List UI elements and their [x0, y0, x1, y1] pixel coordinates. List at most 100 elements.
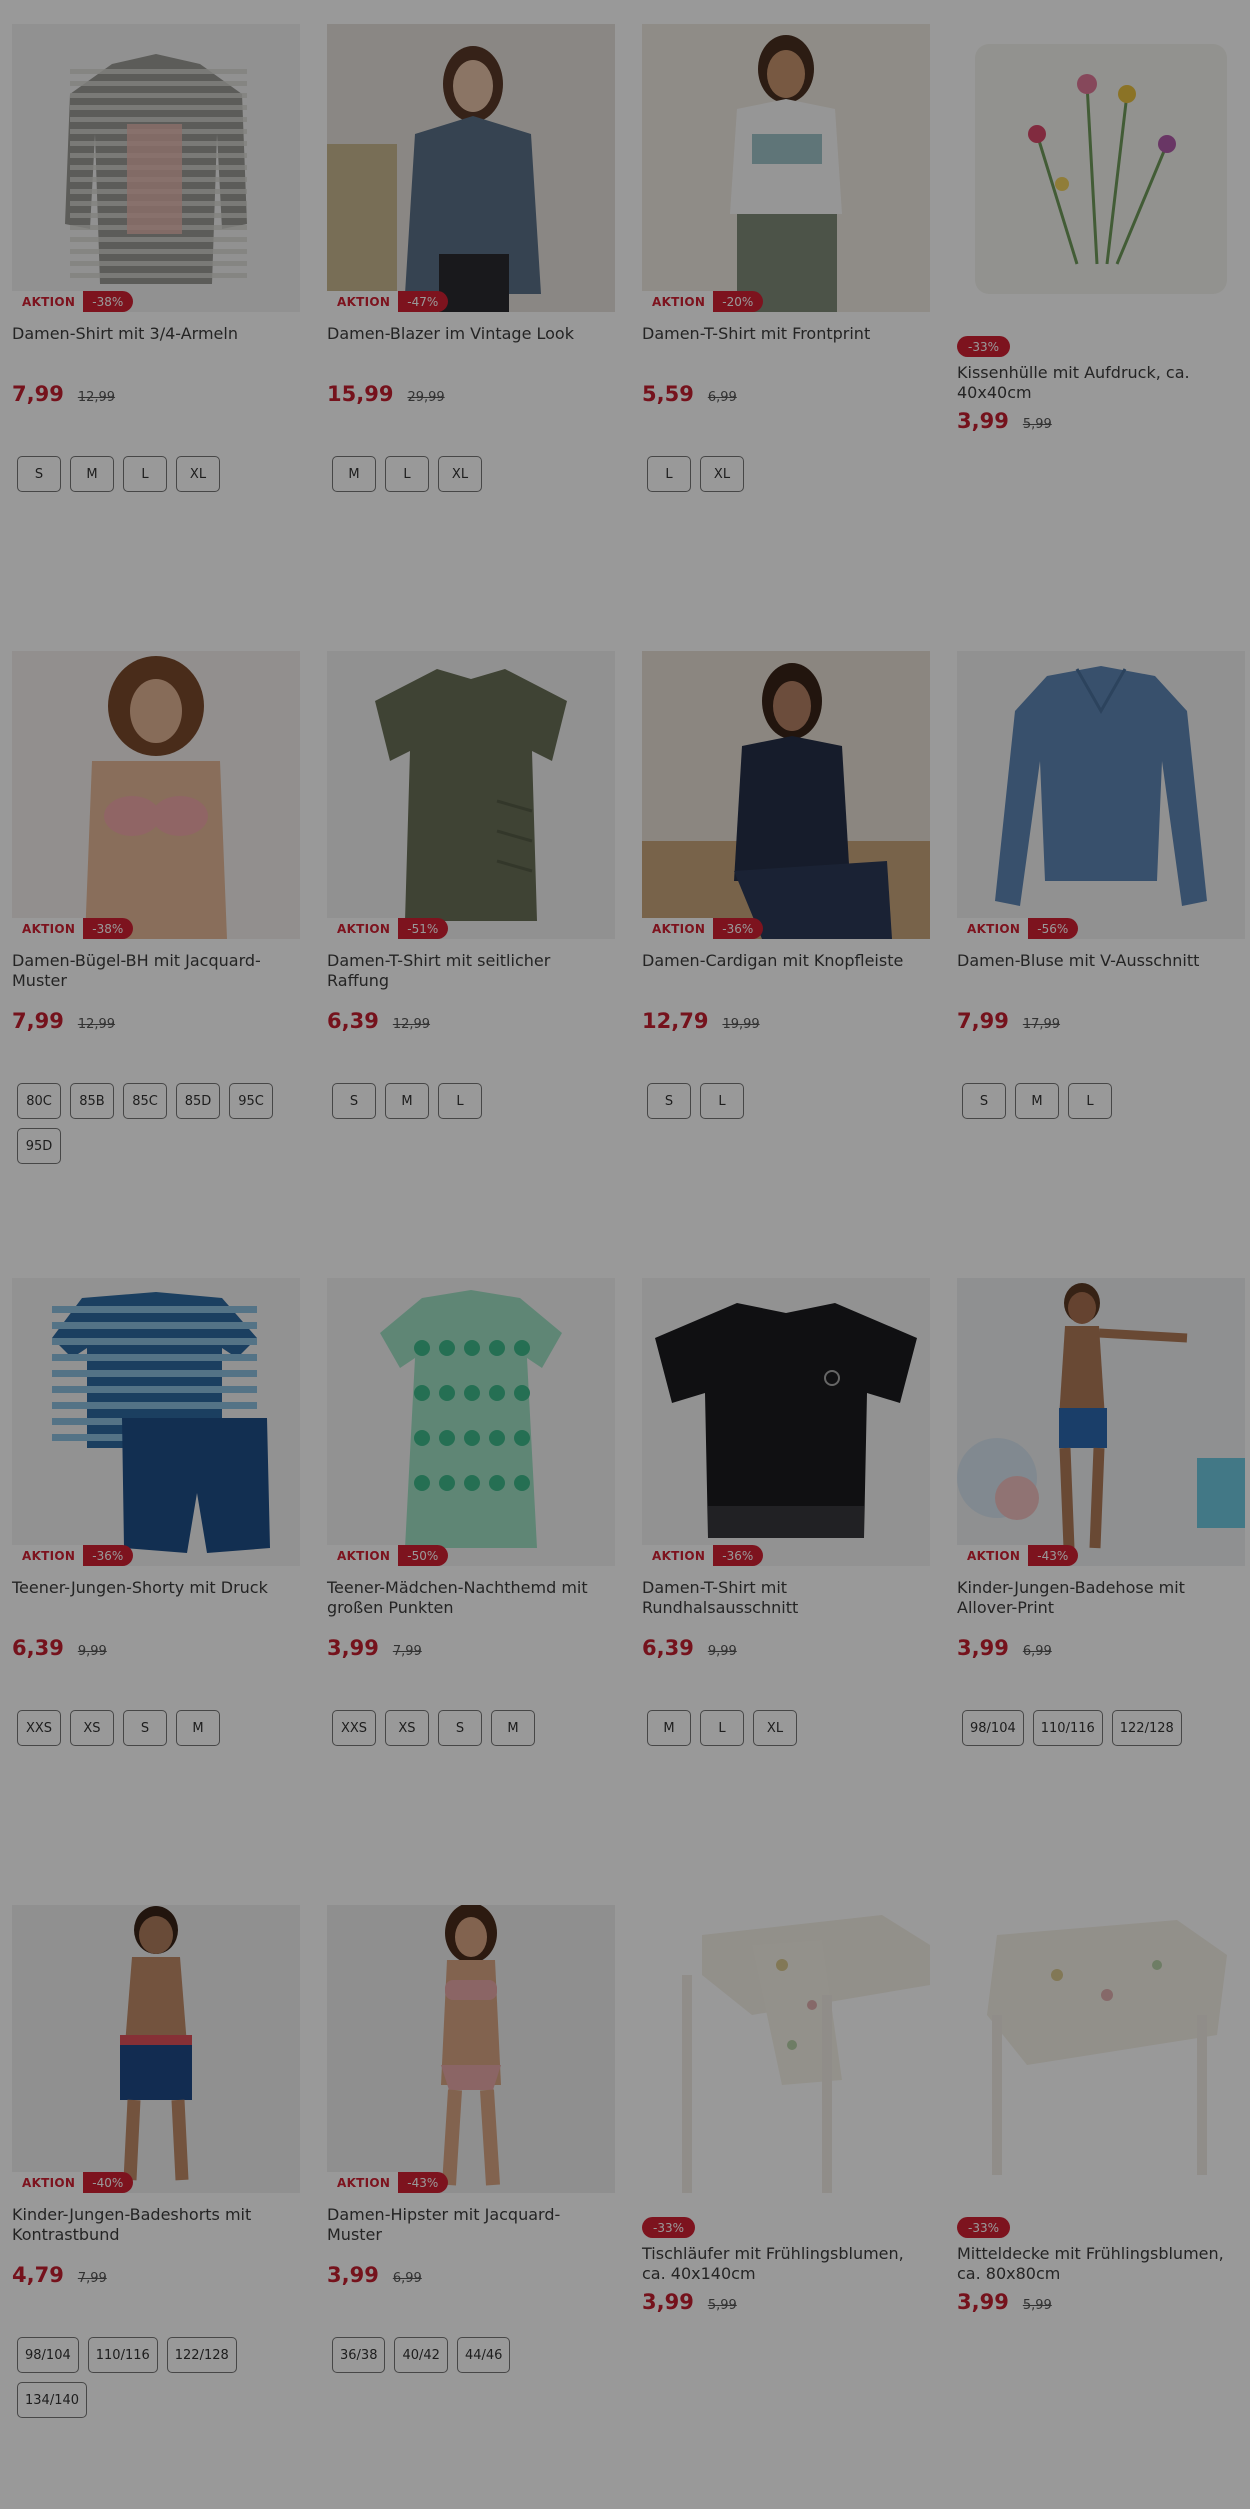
size-option[interactable]: XXS — [332, 1710, 376, 1746]
size-option[interactable]: XL — [176, 456, 220, 492]
size-option[interactable]: M — [491, 1710, 535, 1746]
size-option[interactable]: 98/104 — [962, 1710, 1024, 1746]
size-option[interactable]: 122/128 — [1111, 1710, 1182, 1746]
old-price: 19,99 — [722, 1017, 760, 1032]
product-image[interactable]: AKTION -38% — [12, 24, 300, 312]
size-option[interactable]: L — [700, 1083, 744, 1119]
product-card[interactable]: AKTION -38% Damen-Shirt mit 3/4-Armeln 7,99… — [12, 24, 300, 492]
size-option[interactable]: L — [385, 456, 429, 492]
product-title[interactable]: Damen-Hipster mit Jacquard-Muster — [327, 2205, 615, 2245]
size-option[interactable]: L — [647, 456, 691, 492]
size-option[interactable]: M — [1015, 1083, 1059, 1119]
product-card[interactable]: AKTION -43% Kinder-Jungen-Badehose mit All… — [957, 1278, 1245, 1746]
size-option[interactable]: XXS — [17, 1710, 61, 1746]
size-option[interactable]: 95C — [229, 1083, 273, 1119]
size-option[interactable]: L — [438, 1083, 482, 1119]
size-option[interactable]: 122/128 — [166, 2337, 237, 2373]
size-option[interactable]: M — [176, 1710, 220, 1746]
size-option[interactable]: S — [332, 1083, 376, 1119]
current-price: 7,99 — [957, 1009, 1009, 1033]
product-title[interactable]: Kinder-Jungen-Badehose mit Allover-Print — [957, 1578, 1245, 1618]
product-title[interactable]: Tischläufer mit Frühlingsblumen, ca. 40x… — [642, 2244, 930, 2284]
product-title[interactable]: Damen-Bügel-BH mit Jacquard-Muster — [12, 951, 300, 991]
size-option[interactable]: M — [385, 1083, 429, 1119]
product-image[interactable]: AKTION -43% — [957, 1278, 1245, 1566]
size-option[interactable]: 110/116 — [1032, 1710, 1103, 1746]
size-option[interactable]: 36/38 — [332, 2337, 386, 2373]
product-card[interactable]: AKTION -50% Teener-Mädchen-Nachthemd mit g… — [327, 1278, 615, 1746]
size-option[interactable]: 85C — [123, 1083, 167, 1119]
product-image[interactable]: AKTION -38% — [12, 651, 300, 939]
product-card[interactable]: AKTION -56% Damen-Bluse mit V-Ausschnitt 7,… — [957, 651, 1245, 1119]
size-option[interactable]: M — [647, 1710, 691, 1746]
product-photo — [327, 1905, 615, 2193]
size-option[interactable]: S — [647, 1083, 691, 1119]
product-image[interactable]: AKTION -20% — [642, 24, 930, 312]
discount-badges: AKTION -20% — [642, 291, 764, 312]
product-image[interactable] — [957, 24, 1245, 312]
size-option[interactable]: 85D — [176, 1083, 220, 1119]
product-photo — [12, 1278, 300, 1566]
product-image[interactable] — [642, 1905, 930, 2193]
product-card[interactable]: AKTION -43% Damen-Hipster mit Jacquard-Mus… — [327, 1905, 615, 2373]
size-option[interactable]: M — [332, 456, 376, 492]
product-image[interactable]: AKTION -36% — [12, 1278, 300, 1566]
product-image[interactable]: AKTION -36% — [642, 651, 930, 939]
product-title[interactable]: Mitteldecke mit Frühlingsblumen, ca. 80x… — [957, 2244, 1245, 2284]
product-image[interactable]: AKTION -40% — [12, 1905, 300, 2193]
product-image[interactable]: AKTION -50% — [327, 1278, 615, 1566]
size-option[interactable]: 85B — [70, 1083, 114, 1119]
product-title[interactable]: Damen-T-Shirt mit seitlicher Raffung — [327, 951, 615, 991]
size-option[interactable]: XL — [753, 1710, 797, 1746]
product-image[interactable]: AKTION -36% — [642, 1278, 930, 1566]
product-image[interactable]: AKTION -56% — [957, 651, 1245, 939]
size-option[interactable]: S — [962, 1083, 1006, 1119]
product-card[interactable]: AKTION -20% Damen-T-Shirt mit Frontprint 5,… — [642, 24, 930, 492]
product-card[interactable]: AKTION -36% Damen-T-Shirt mit Rundhalsauss… — [642, 1278, 930, 1746]
product-title[interactable]: Teener-Jungen-Shorty mit Druck — [12, 1578, 300, 1618]
product-title[interactable]: Teener-Mädchen-Nachthemd mit großen Punk… — [327, 1578, 615, 1618]
size-option[interactable]: 134/140 — [17, 2382, 88, 2418]
product-card[interactable]: AKTION -36% Teener-Jungen-Shorty mit Druck… — [12, 1278, 300, 1746]
product-title[interactable]: Damen-Blazer im Vintage Look — [327, 324, 615, 364]
product-card[interactable]: -33% Mitteldecke mit Frühlingsblumen, ca.… — [957, 1905, 1245, 2314]
size-option[interactable]: 80C — [17, 1083, 61, 1119]
product-card[interactable]: -33% Kissenhülle mit Aufdruck, ca. 40x40c… — [957, 24, 1245, 433]
size-option[interactable]: XS — [70, 1710, 114, 1746]
size-option[interactable]: S — [17, 456, 61, 492]
size-option[interactable]: 98/104 — [17, 2337, 79, 2373]
size-option[interactable]: XL — [438, 456, 482, 492]
product-card[interactable]: AKTION -51% Damen-T-Shirt mit seitlicher R… — [327, 651, 615, 1119]
size-options: 98/104 110/116 122/128 134/140 — [12, 2337, 300, 2418]
size-option[interactable]: L — [123, 456, 167, 492]
product-title[interactable]: Kinder-Jungen-Badeshorts mit Kontrastbun… — [12, 2205, 300, 2245]
product-card[interactable]: AKTION -36% Damen-Cardigan mit Knopfleiste… — [642, 651, 930, 1119]
product-title[interactable]: Damen-T-Shirt mit Rundhalsausschnitt — [642, 1578, 930, 1618]
product-title[interactable]: Damen-T-Shirt mit Frontprint — [642, 324, 930, 364]
product-title[interactable]: Kissenhülle mit Aufdruck, ca. 40x40cm — [957, 363, 1245, 403]
size-option[interactable]: 40/42 — [394, 2337, 448, 2373]
old-price: 6,99 — [707, 390, 737, 405]
product-title[interactable]: Damen-Cardigan mit Knopfleiste — [642, 951, 930, 991]
product-image[interactable] — [957, 1905, 1245, 2193]
size-option[interactable]: L — [1068, 1083, 1112, 1119]
size-option[interactable]: 110/116 — [87, 2337, 158, 2373]
product-title[interactable]: Damen-Shirt mit 3/4-Armeln — [12, 324, 300, 364]
product-title[interactable]: Damen-Bluse mit V-Ausschnitt — [957, 951, 1245, 991]
product-card[interactable]: AKTION -47% Damen-Blazer im Vintage Look 15… — [327, 24, 615, 492]
size-option[interactable]: S — [438, 1710, 482, 1746]
product-card[interactable]: AKTION -38% Damen-Bügel-BH mit Jacquard-Mu… — [12, 651, 300, 1164]
product-image[interactable]: AKTION -43% — [327, 1905, 615, 2193]
product-card[interactable]: -33% Tischläufer mit Frühlingsblumen, ca.… — [642, 1905, 930, 2314]
size-options: 36/38 40/42 44/46 — [327, 2337, 615, 2373]
product-image[interactable]: AKTION -51% — [327, 651, 615, 939]
product-card[interactable]: AKTION -40% Kinder-Jungen-Badeshorts mit K… — [12, 1905, 300, 2418]
size-option[interactable]: M — [70, 456, 114, 492]
size-option[interactable]: 44/46 — [456, 2337, 511, 2373]
size-option[interactable]: XS — [385, 1710, 429, 1746]
size-option[interactable]: XL — [700, 456, 744, 492]
size-option[interactable]: S — [123, 1710, 167, 1746]
size-option[interactable]: 95D — [17, 1128, 61, 1164]
product-image[interactable]: AKTION -47% — [327, 24, 615, 312]
size-option[interactable]: L — [700, 1710, 744, 1746]
